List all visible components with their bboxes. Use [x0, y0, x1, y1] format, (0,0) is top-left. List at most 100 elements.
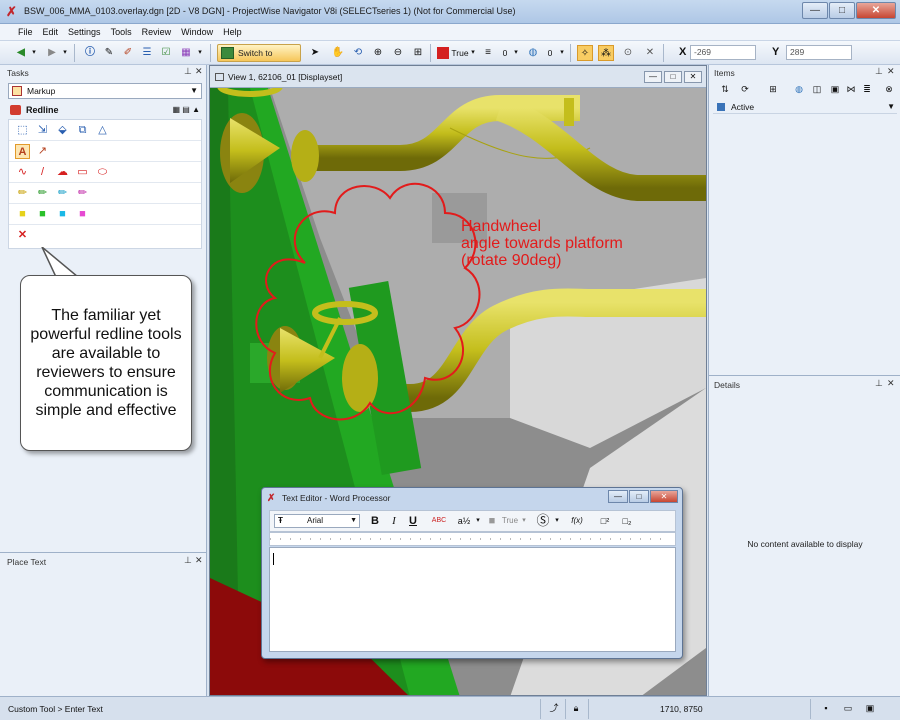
marker-yellow-icon[interactable]: ■ [15, 207, 30, 222]
symbol-dropdown-icon[interactable]: ▾ [553, 514, 561, 528]
fraction-dropdown-icon[interactable]: ▾ [474, 514, 482, 528]
x-coordinate-field[interactable]: -269 [690, 45, 756, 60]
marker-green-icon[interactable]: ■ [35, 207, 50, 222]
revision-cloud-icon[interactable]: ☁ [55, 165, 70, 180]
manipulate-icon[interactable]: ⬙ [55, 123, 70, 138]
subscript-icon[interactable]: □₂ [618, 514, 636, 528]
menu-tools[interactable]: Tools [107, 24, 138, 40]
rotate-view-icon[interactable]: ⟲ [350, 45, 366, 61]
grid-icon[interactable]: ⊞ [765, 81, 781, 97]
menu-file[interactable]: File [14, 24, 39, 40]
active-items-row[interactable]: Active ▼ [713, 100, 897, 114]
highlighter-cyan-icon[interactable]: ✏ [55, 186, 70, 201]
view-options-icons[interactable]: ▦ ▤ ▲ [173, 103, 200, 117]
view-maximize-button[interactable]: □ [664, 71, 682, 83]
back-icon[interactable]: ◀ [13, 45, 29, 61]
check-icon[interactable]: ☑ [158, 45, 174, 61]
pin-icon[interactable]: ⊥ [875, 66, 883, 77]
italic-button[interactable]: I [387, 514, 401, 528]
zoom-out-icon[interactable]: ⊖ [390, 45, 406, 61]
move-element-icon[interactable]: ⇲ [35, 123, 50, 138]
place-text-icon[interactable]: A [15, 144, 30, 159]
style-dropdown-icon[interactable]: ▾ [558, 45, 566, 61]
marker-magenta-icon[interactable]: ■ [75, 207, 90, 222]
menu-review[interactable]: Review [138, 24, 178, 40]
forward-dropdown-icon[interactable]: ▾ [61, 45, 69, 61]
superscript-icon[interactable]: □² [596, 514, 614, 528]
snap-center-icon[interactable]: ⊙ [620, 45, 636, 61]
menu-window[interactable]: Window [177, 24, 219, 40]
select-tool-icon[interactable]: ✎ [101, 45, 117, 61]
font-select[interactable]: Ŧ Arial ▼ [274, 514, 360, 528]
color-icon[interactable]: ■ [486, 514, 498, 528]
text-ruler[interactable] [269, 532, 676, 546]
refresh-icon[interactable]: ⟳ [737, 81, 753, 97]
color-grid-icon[interactable]: ▦ [178, 45, 194, 61]
delete-markup-icon[interactable]: ✕ [15, 228, 30, 243]
forward-icon[interactable]: ▶ [44, 45, 60, 61]
field-button[interactable]: f(x) [566, 514, 588, 528]
close-panel-icon[interactable]: ✕ [195, 66, 203, 77]
line-weight-icon[interactable]: ≡ [480, 45, 496, 61]
pin-icon[interactable]: ⊥ [875, 378, 883, 389]
scale-element-icon[interactable]: △ [95, 123, 110, 138]
snap-midpoint-icon[interactable]: ⁂ [598, 45, 614, 61]
weight-dropdown-icon[interactable]: ▾ [512, 45, 520, 61]
menu-help[interactable]: Help [219, 24, 248, 40]
pin-icon[interactable]: ⊥ [184, 555, 192, 566]
pointer-icon[interactable]: ➤ [307, 45, 323, 61]
minimize-button[interactable]: — [802, 2, 828, 19]
close-panel-icon[interactable]: ✕ [887, 378, 895, 389]
switch-to-review-button[interactable]: Switch to Review [217, 44, 301, 74]
redline-section-header[interactable]: Redline ▦ ▤ ▲ [8, 103, 202, 117]
zoom-in-icon[interactable]: ⊕ [370, 45, 386, 61]
copy-element-icon[interactable]: ⧉ [75, 123, 90, 138]
y-coordinate-field[interactable]: 289 [786, 45, 852, 60]
marker-cyan-icon[interactable]: ■ [55, 207, 70, 222]
fraction-icon[interactable]: a½ [456, 514, 472, 528]
back-dropdown-icon[interactable]: ▾ [30, 45, 38, 61]
dialog-close-button[interactable]: ✕ [650, 490, 678, 503]
color-swatch-icon[interactable] [437, 47, 449, 59]
binoculars-icon[interactable]: ⊗ [881, 81, 897, 97]
edit-icon[interactable]: ✐ [120, 45, 136, 61]
text-input-area[interactable] [269, 547, 676, 652]
snap-keypoint-icon[interactable]: ✧ [577, 45, 593, 61]
freehand-icon[interactable]: ∿ [15, 165, 30, 180]
model-icon[interactable]: ▣ [864, 702, 876, 714]
pin-icon[interactable]: ⊥ [184, 66, 192, 77]
select-element-icon[interactable]: ⬚ [15, 123, 30, 138]
spell-check-button[interactable]: ABC [428, 514, 450, 528]
ellipse-icon[interactable]: ⬭ [95, 165, 110, 180]
fit-view-icon[interactable]: ⊞ [410, 45, 426, 61]
globe-icon[interactable]: ◍ [791, 81, 807, 97]
view-minimize-button[interactable]: — [644, 71, 662, 83]
menu-edit[interactable]: Edit [39, 24, 65, 40]
highlighter-magenta-icon[interactable]: ✏ [75, 186, 90, 201]
close-button[interactable]: ✕ [856, 2, 896, 19]
layers-icon[interactable]: ◫ [809, 81, 825, 97]
lock-icon[interactable]: 🔒︎ [570, 702, 582, 714]
snap-intersection-icon[interactable]: ✕ [642, 45, 658, 61]
color-dropdown-icon[interactable]: ▾ [196, 45, 204, 61]
menu-settings[interactable]: Settings [64, 24, 107, 40]
pan-hand-icon[interactable]: ✋ [330, 45, 346, 61]
highlighter-green-icon[interactable]: ✏ [35, 186, 50, 201]
dialog-maximize-button[interactable]: □ [629, 490, 649, 503]
save-icon[interactable]: ▪ [820, 702, 832, 714]
line-style-icon[interactable]: ◍ [525, 45, 541, 61]
info-icon[interactable]: ⓘ [82, 45, 98, 61]
color-select-dropdown-icon[interactable]: ▾ [469, 45, 477, 61]
tree-icon[interactable]: ⋈ [843, 81, 859, 97]
bold-button[interactable]: B [368, 514, 382, 528]
underline-button[interactable]: U [406, 514, 420, 528]
special-symbol-icon[interactable]: Ⓢ [535, 514, 551, 528]
close-panel-icon[interactable]: ✕ [195, 555, 203, 566]
line-icon[interactable]: / [35, 165, 50, 180]
maximize-button[interactable]: □ [829, 2, 855, 19]
snap-status-icon[interactable]: ⤴ [548, 702, 560, 714]
dialog-minimize-button[interactable]: — [608, 490, 628, 503]
close-panel-icon[interactable]: ✕ [887, 66, 895, 77]
highlighter-yellow-icon[interactable]: ✏ [15, 186, 30, 201]
window-icon[interactable]: ▣ [827, 81, 843, 97]
